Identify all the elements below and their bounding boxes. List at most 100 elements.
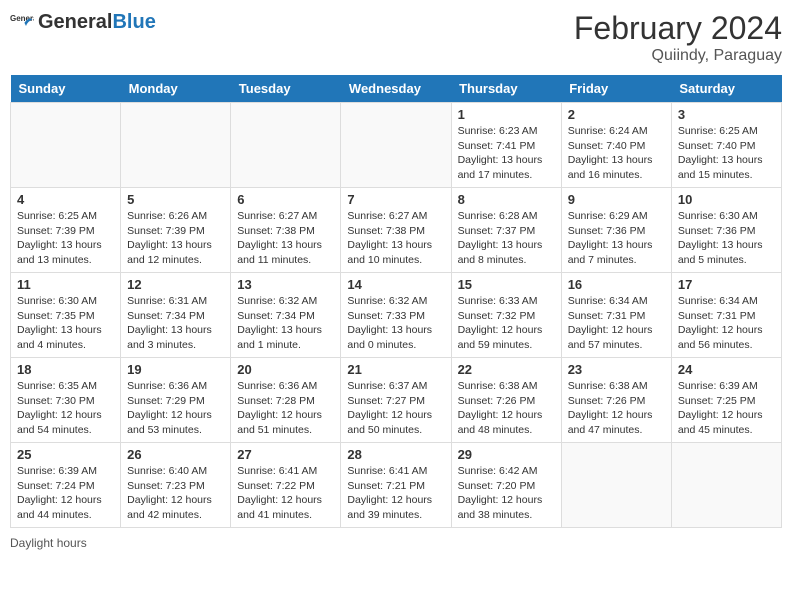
- calendar-cell: 14Sunrise: 6:32 AM Sunset: 7:33 PM Dayli…: [341, 273, 451, 358]
- day-number: 15: [458, 277, 555, 292]
- day-number: 22: [458, 362, 555, 377]
- calendar-week-2: 11Sunrise: 6:30 AM Sunset: 7:35 PM Dayli…: [11, 273, 782, 358]
- calendar-cell: 2 Sunrise: 6:24 AM Sunset: 7:40 PM Daylig…: [561, 103, 671, 188]
- day-info: Sunrise: 6:40 AM Sunset: 7:23 PM Dayligh…: [127, 464, 224, 523]
- calendar-cell: 10 Sunrise: 6:30 AM Sunset: 7:36 PM Dayli…: [671, 188, 781, 273]
- day-number: 13: [237, 277, 334, 292]
- day-number: 5: [127, 192, 224, 207]
- logo-general: General: [38, 11, 112, 33]
- footer: Daylight hours: [10, 536, 782, 550]
- calendar-cell: 15 Sunrise: 6:33 AM Sunset: 7:32 PM Dayli…: [451, 273, 561, 358]
- day-number: 26: [127, 447, 224, 462]
- calendar-cell: 7 Sunrise: 6:27 AM Sunset: 7:38 PM Daylig…: [341, 188, 451, 273]
- calendar-cell: 24 Sunrise: 6:39 AM Sunset: 7:25 PM Dayli…: [671, 358, 781, 443]
- day-number: 18: [17, 362, 114, 377]
- day-number: 6: [237, 192, 334, 207]
- weekday-header-wednesday: Wednesday: [341, 75, 451, 103]
- day-info: Sunrise: 6:31 AM Sunset: 7:34 PM Dayligh…: [127, 294, 224, 353]
- day-number: 20: [237, 362, 334, 377]
- calendar-cell: [561, 443, 671, 528]
- weekday-header-thursday: Thursday: [451, 75, 561, 103]
- day-number: 23: [568, 362, 665, 377]
- day-info: Sunrise: 6:39 AM Sunset: 7:25 PM Dayligh…: [678, 379, 775, 438]
- calendar-cell: 18 Sunrise: 6:35 AM Sunset: 7:30 PM Dayli…: [11, 358, 121, 443]
- weekday-header-sunday: Sunday: [11, 75, 121, 103]
- calendar-cell: 16 Sunrise: 6:34 AM Sunset: 7:31 PM Dayli…: [561, 273, 671, 358]
- calendar-week-0: 1 Sunrise: 6:23 AM Sunset: 7:41 PM Daylig…: [11, 103, 782, 188]
- day-info: Sunrise: 6:23 AM Sunset: 7:41 PM Dayligh…: [458, 124, 555, 183]
- day-number: 19: [127, 362, 224, 377]
- day-info: Sunrise: 6:25 AM Sunset: 7:40 PM Dayligh…: [678, 124, 775, 183]
- day-number: 11: [17, 277, 114, 292]
- day-number: 25: [17, 447, 114, 462]
- weekday-header-saturday: Saturday: [671, 75, 781, 103]
- day-number: 24: [678, 362, 775, 377]
- calendar-cell: 19 Sunrise: 6:36 AM Sunset: 7:29 PM Dayli…: [121, 358, 231, 443]
- day-number: 9: [568, 192, 665, 207]
- calendar-table: SundayMondayTuesdayWednesdayThursdayFrid…: [10, 75, 782, 528]
- day-info: Sunrise: 6:41 AM Sunset: 7:21 PM Dayligh…: [347, 464, 444, 523]
- calendar-cell: 21Sunrise: 6:37 AM Sunset: 7:27 PM Dayli…: [341, 358, 451, 443]
- page-header: General GeneralBlue February 2024 Quiind…: [10, 10, 782, 65]
- weekday-header-friday: Friday: [561, 75, 671, 103]
- day-number: 16: [568, 277, 665, 292]
- day-info: Sunrise: 6:33 AM Sunset: 7:32 PM Dayligh…: [458, 294, 555, 353]
- day-number: 14: [347, 277, 444, 292]
- calendar-cell: 8 Sunrise: 6:28 AM Sunset: 7:37 PM Daylig…: [451, 188, 561, 273]
- day-info: Sunrise: 6:24 AM Sunset: 7:40 PM Dayligh…: [568, 124, 665, 183]
- day-number: 10: [678, 192, 775, 207]
- day-info: Sunrise: 6:36 AM Sunset: 7:29 PM Dayligh…: [127, 379, 224, 438]
- day-info: Sunrise: 6:30 AM Sunset: 7:36 PM Dayligh…: [678, 209, 775, 268]
- day-info: Sunrise: 6:35 AM Sunset: 7:30 PM Dayligh…: [17, 379, 114, 438]
- day-info: Sunrise: 6:29 AM Sunset: 7:36 PM Dayligh…: [568, 209, 665, 268]
- month-title: February 2024: [574, 10, 782, 47]
- calendar-cell: 11Sunrise: 6:30 AM Sunset: 7:35 PM Dayli…: [11, 273, 121, 358]
- calendar-cell: 13 Sunrise: 6:32 AM Sunset: 7:34 PM Dayli…: [231, 273, 341, 358]
- day-number: 17: [678, 277, 775, 292]
- calendar-cell: [231, 103, 341, 188]
- day-info: Sunrise: 6:26 AM Sunset: 7:39 PM Dayligh…: [127, 209, 224, 268]
- day-info: Sunrise: 6:32 AM Sunset: 7:34 PM Dayligh…: [237, 294, 334, 353]
- location-title: Quiindy, Paraguay: [574, 47, 782, 65]
- day-info: Sunrise: 6:27 AM Sunset: 7:38 PM Dayligh…: [347, 209, 444, 268]
- calendar-cell: 9 Sunrise: 6:29 AM Sunset: 7:36 PM Daylig…: [561, 188, 671, 273]
- calendar-cell: 1 Sunrise: 6:23 AM Sunset: 7:41 PM Daylig…: [451, 103, 561, 188]
- day-number: 28: [347, 447, 444, 462]
- calendar-week-3: 18 Sunrise: 6:35 AM Sunset: 7:30 PM Dayli…: [11, 358, 782, 443]
- daylight-label: Daylight hours: [10, 536, 87, 550]
- calendar-week-4: 25 Sunrise: 6:39 AM Sunset: 7:24 PM Dayli…: [11, 443, 782, 528]
- calendar-cell: [121, 103, 231, 188]
- logo-icon: General: [10, 10, 34, 34]
- day-info: Sunrise: 6:27 AM Sunset: 7:38 PM Dayligh…: [237, 209, 334, 268]
- calendar-cell: 29 Sunrise: 6:42 AM Sunset: 7:20 PM Dayli…: [451, 443, 561, 528]
- day-number: 12: [127, 277, 224, 292]
- logo: General GeneralBlue: [10, 10, 156, 34]
- calendar-cell: [341, 103, 451, 188]
- calendar-cell: 23 Sunrise: 6:38 AM Sunset: 7:26 PM Dayli…: [561, 358, 671, 443]
- calendar-cell: 17 Sunrise: 6:34 AM Sunset: 7:31 PM Dayli…: [671, 273, 781, 358]
- calendar-cell: [671, 443, 781, 528]
- calendar-cell: 12 Sunrise: 6:31 AM Sunset: 7:34 PM Dayli…: [121, 273, 231, 358]
- calendar-week-1: 4Sunrise: 6:25 AM Sunset: 7:39 PM Daylig…: [11, 188, 782, 273]
- day-info: Sunrise: 6:38 AM Sunset: 7:26 PM Dayligh…: [568, 379, 665, 438]
- day-info: Sunrise: 6:34 AM Sunset: 7:31 PM Dayligh…: [568, 294, 665, 353]
- day-number: 7: [347, 192, 444, 207]
- weekday-header-row: SundayMondayTuesdayWednesdayThursdayFrid…: [11, 75, 782, 103]
- calendar-cell: 20Sunrise: 6:36 AM Sunset: 7:28 PM Dayli…: [231, 358, 341, 443]
- day-info: Sunrise: 6:28 AM Sunset: 7:37 PM Dayligh…: [458, 209, 555, 268]
- calendar-body: 1 Sunrise: 6:23 AM Sunset: 7:41 PM Daylig…: [11, 103, 782, 528]
- calendar-cell: 5 Sunrise: 6:26 AM Sunset: 7:39 PM Daylig…: [121, 188, 231, 273]
- weekday-header-tuesday: Tuesday: [231, 75, 341, 103]
- calendar-cell: [11, 103, 121, 188]
- day-info: Sunrise: 6:37 AM Sunset: 7:27 PM Dayligh…: [347, 379, 444, 438]
- day-info: Sunrise: 6:34 AM Sunset: 7:31 PM Dayligh…: [678, 294, 775, 353]
- calendar-cell: 28 Sunrise: 6:41 AM Sunset: 7:21 PM Dayli…: [341, 443, 451, 528]
- day-info: Sunrise: 6:42 AM Sunset: 7:20 PM Dayligh…: [458, 464, 555, 523]
- logo-blue: Blue: [112, 11, 155, 33]
- day-number: 8: [458, 192, 555, 207]
- day-number: 1: [458, 107, 555, 122]
- calendar-cell: 25 Sunrise: 6:39 AM Sunset: 7:24 PM Dayli…: [11, 443, 121, 528]
- day-number: 29: [458, 447, 555, 462]
- day-info: Sunrise: 6:39 AM Sunset: 7:24 PM Dayligh…: [17, 464, 114, 523]
- day-number: 2: [568, 107, 665, 122]
